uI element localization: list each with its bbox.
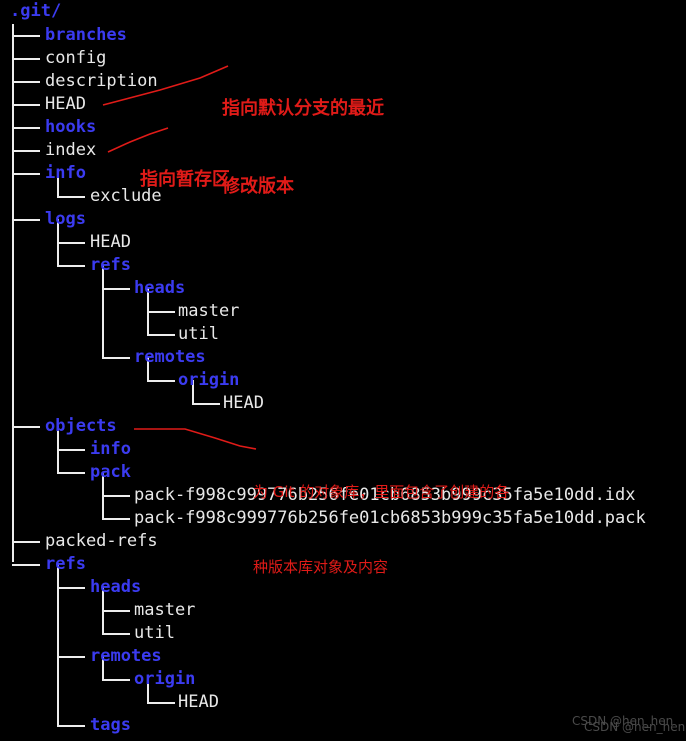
tee-refs-heads	[57, 587, 85, 589]
tree-dir-origin[interactable]: origin	[178, 369, 239, 392]
annotation-objects-line1: 为 Git 的对象库，里面包含了创建的各	[253, 483, 510, 501]
annotation-objects-line2: 种版本库对象及内容	[253, 558, 389, 576]
tee-refs-remotes-origin	[102, 679, 130, 681]
tee-logs-refs-heads	[102, 288, 130, 290]
tree-file-head[interactable]: HEAD	[223, 392, 264, 415]
tree-dir-info[interactable]: info	[90, 438, 131, 461]
tree-dir-remotes[interactable]: remotes	[90, 645, 162, 668]
annotation-head-line1: 指向默认分支的最近	[222, 98, 384, 119]
tee-info	[12, 173, 40, 175]
tee-objects-info	[57, 449, 85, 451]
tree-file-head[interactable]: HEAD	[178, 691, 219, 714]
tee-logs-heads-master	[147, 311, 175, 313]
tee-logs-remotes-origin	[147, 380, 175, 382]
tee-refs-remotes	[57, 656, 85, 658]
tree-file-head[interactable]: HEAD	[45, 93, 86, 116]
tree-file-util[interactable]: util	[134, 622, 175, 645]
tree-dir-origin[interactable]: origin	[134, 668, 195, 691]
tree-root-label: .git/	[10, 1, 62, 21]
tee-refs-origin-head	[147, 702, 175, 704]
tee-objects-pack	[57, 472, 85, 474]
tee-pack-pack	[102, 518, 130, 520]
tree-dir-remotes[interactable]: remotes	[134, 346, 206, 369]
annotation-head-line2: 修改版本	[222, 176, 294, 197]
tee-hooks	[12, 127, 40, 129]
tee-refs-heads-util	[102, 633, 130, 635]
watermark-csdn-lower: CSDN @hen_hen	[584, 720, 686, 734]
tee-logs-head	[57, 242, 85, 244]
tree-file-util[interactable]: util	[178, 323, 219, 346]
tee-branches	[12, 35, 40, 37]
tree-dir-heads[interactable]: heads	[134, 277, 185, 300]
tee-refs-heads-master	[102, 610, 130, 612]
tree-dir-refs[interactable]: refs	[90, 254, 131, 277]
tee-refs	[12, 564, 40, 566]
tee-pack-idx	[102, 495, 130, 497]
tree-file-head[interactable]: HEAD	[90, 231, 131, 254]
tee-objects	[12, 426, 40, 428]
tee-logs-origin-head	[192, 403, 220, 405]
annotation-index-line1: 指向暂存区	[140, 169, 230, 190]
tree-dir-tags[interactable]: tags	[90, 714, 131, 737]
annotation-index: 指向暂存区	[140, 115, 230, 219]
tree-dir-logs[interactable]: logs	[45, 208, 86, 231]
tee-logs	[12, 219, 40, 221]
tree-dir-info[interactable]: info	[45, 162, 86, 185]
tree-dir-branches[interactable]: branches	[45, 24, 127, 47]
tree-dir-objects[interactable]: objects	[45, 415, 117, 438]
tee-head	[12, 104, 40, 106]
tree-file-index[interactable]: index	[45, 139, 96, 162]
tree-file-master[interactable]: master	[178, 300, 239, 323]
tee-packed-refs	[12, 541, 40, 543]
trunk-logs-refs	[102, 265, 104, 358]
tee-logs-refs	[57, 265, 85, 267]
tee-exclude	[57, 196, 85, 198]
tee-description	[12, 81, 40, 83]
annotation-objects: 为 Git 的对象库，里面包含了创建的各 种版本库对象及内容	[253, 430, 509, 605]
tee-logs-refs-remotes	[102, 357, 130, 359]
tee-index	[12, 150, 40, 152]
tree-file-description[interactable]: description	[45, 70, 158, 93]
tree-file-master[interactable]: master	[134, 599, 195, 622]
annotation-head: 指向默认分支的最近 修改版本	[222, 44, 384, 226]
tree-file-config[interactable]: config	[45, 47, 106, 70]
tee-logs-heads-util	[147, 334, 175, 336]
tee-config	[12, 58, 40, 60]
tree-dir-refs[interactable]: refs	[45, 553, 86, 576]
tree-dir-hooks[interactable]: hooks	[45, 116, 96, 139]
tree-dir-heads[interactable]: heads	[90, 576, 141, 599]
tree-file-packed-refs[interactable]: packed-refs	[45, 530, 158, 553]
tree-dir-pack[interactable]: pack	[90, 461, 131, 484]
tree-root-row: .git/	[0, 0, 61, 23]
tee-refs-tags	[57, 725, 85, 727]
